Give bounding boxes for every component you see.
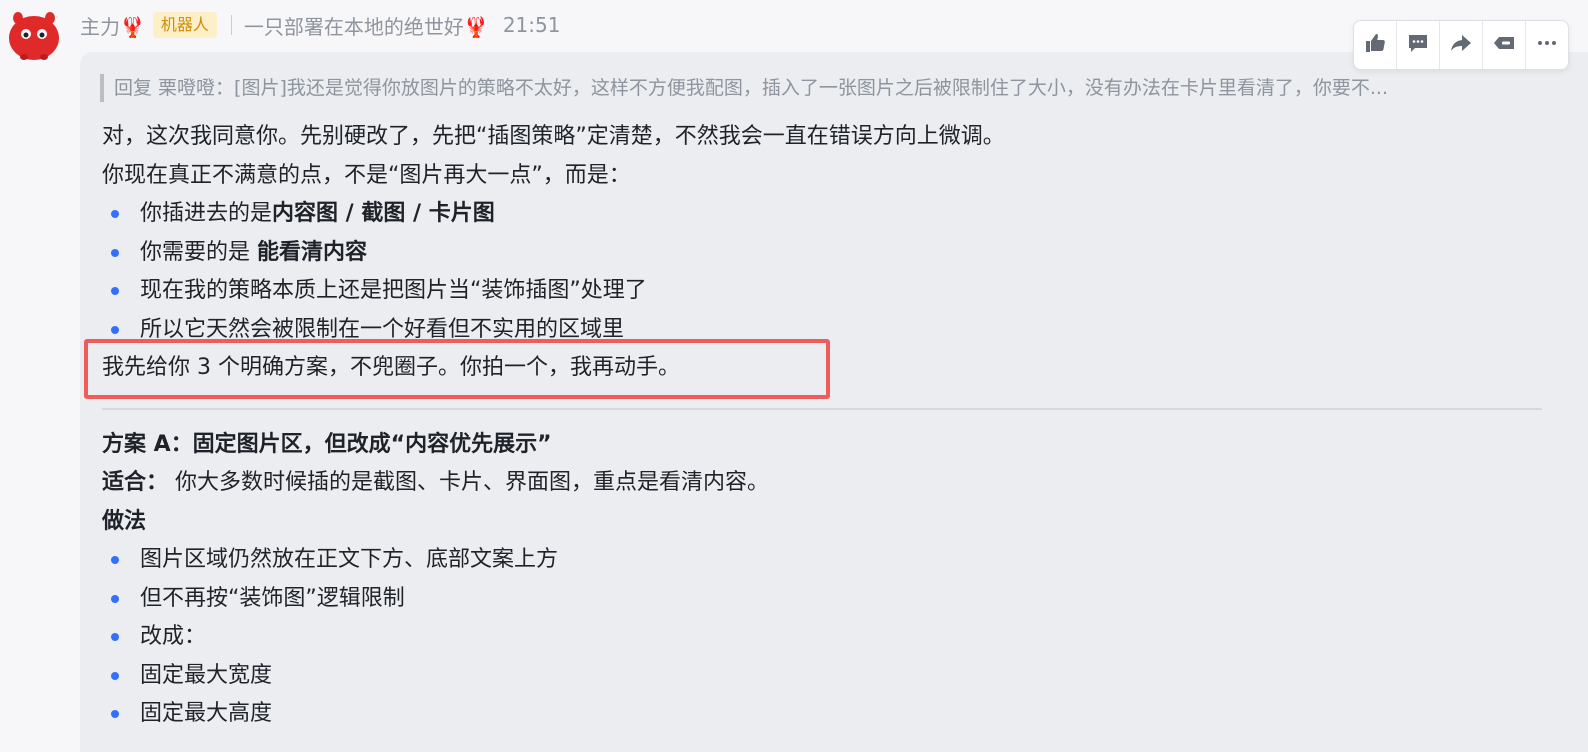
forward-button[interactable] [1440, 21, 1483, 69]
bullet-dot [111, 633, 119, 641]
bullet-dot [111, 210, 119, 218]
like-button[interactable] [1354, 21, 1397, 69]
timestamp: 21:51 [502, 13, 561, 37]
list-item-text: 图片区域仍然放在正文下方、底部文案上方 [140, 547, 559, 572]
list-item: 但不再按“装饰图”逻辑限制 [102, 580, 1542, 619]
quoted-reply[interactable]: 回复 栗噔噔：[图片]我还是觉得你放图片的策略不太好，这样不方便我配图，插入了一… [100, 74, 1540, 102]
header-separator [230, 15, 232, 35]
divider [102, 407, 1542, 410]
avatar[interactable] [4, 8, 64, 62]
bullet-dot [111, 325, 119, 334]
bullet-dot [111, 248, 119, 257]
list-item-text: 固定最大宽度 [140, 662, 273, 688]
reply-button[interactable] [1483, 21, 1526, 69]
list-item: 图片区域仍然放在正文下方、底部文案上方 [102, 541, 1542, 580]
reply-icon [1492, 31, 1516, 59]
list-item: 你插进去的是内容图 / 截图 / 卡片图 [102, 195, 1542, 234]
list-item-text: 你插进去的是 [140, 201, 273, 226]
list-item-text: 你需要的是 [140, 239, 257, 265]
list-item-bold: 能看清内容 [257, 239, 368, 265]
method-heading: 做法 [102, 503, 1542, 542]
list-item: 你需要的是 能看清内容 [102, 234, 1542, 273]
list-item: 固定最大高度 [102, 695, 1542, 734]
comment-button[interactable] [1397, 21, 1440, 69]
bullet-dot [111, 710, 119, 718]
list-item-text: 改成： [140, 624, 207, 649]
fit-line: 适合： 你大多数时候插的是截图、卡片、界面图，重点是看清内容。 [102, 464, 1542, 503]
fit-label: 适合： [102, 470, 169, 495]
bot-badge: 机器人 [152, 12, 217, 38]
bullet-dot [111, 594, 119, 603]
intro-line-1: 对，这次我同意你。先别硬改了，先把“插图策略”定清楚，不然我会一直在错误方向上微… [102, 124, 1005, 149]
message-toolbar [1353, 20, 1569, 70]
thumbs-up-icon [1363, 31, 1387, 59]
bullet-dot [111, 671, 119, 680]
highlight-box [84, 339, 830, 399]
forward-icon [1449, 31, 1473, 59]
message-content: 对，这次我同意你。先别硬改了，先把“插图策略”定清楚，不然我会一直在错误方向上微… [102, 118, 1542, 734]
list-item: 改成： [102, 618, 1542, 657]
bullet-dot [111, 556, 119, 564]
list-item-text: 现在我的策略本质上还是把图片当“装饰插图”处理了 [140, 278, 647, 303]
fit-text: 你大多数时候插的是截图、卡片、界面图，重点是看清内容。 [168, 470, 770, 495]
list-item: 现在我的策略本质上还是把图片当“装饰插图”处理了 [102, 272, 1542, 311]
plan-a-title-text: 方案 A：固定图片区，但改成“内容优先展示” [102, 431, 552, 457]
list-item-text: 但不再按“装饰图”逻辑限制 [140, 585, 405, 611]
intro-line-2: 你现在真正不满意的点，不是“图片再大一点”，而是： [102, 162, 631, 188]
sender-name[interactable]: 主力🦞 [80, 11, 145, 40]
bullet-dot [111, 287, 119, 295]
more-icon [1535, 31, 1559, 59]
group-name: 一只部署在本地的绝世好🦞 [243, 14, 489, 39]
list-item-bold: 内容图 / 截图 / 卡片图 [272, 201, 495, 226]
list-item-text: 所以它天然会被限制在一个好看但不实用的区域里 [140, 316, 625, 342]
more-button[interactable] [1526, 21, 1568, 69]
plan-a-title: 方案 A：固定图片区，但改成“内容优先展示” [102, 426, 1542, 465]
list-item: 固定最大宽度 [102, 657, 1542, 696]
comment-icon [1406, 31, 1430, 59]
message-header: 主力🦞 机器人 一只部署在本地的绝世好🦞 21:51 [80, 10, 560, 40]
method-label: 做法 [102, 508, 147, 534]
